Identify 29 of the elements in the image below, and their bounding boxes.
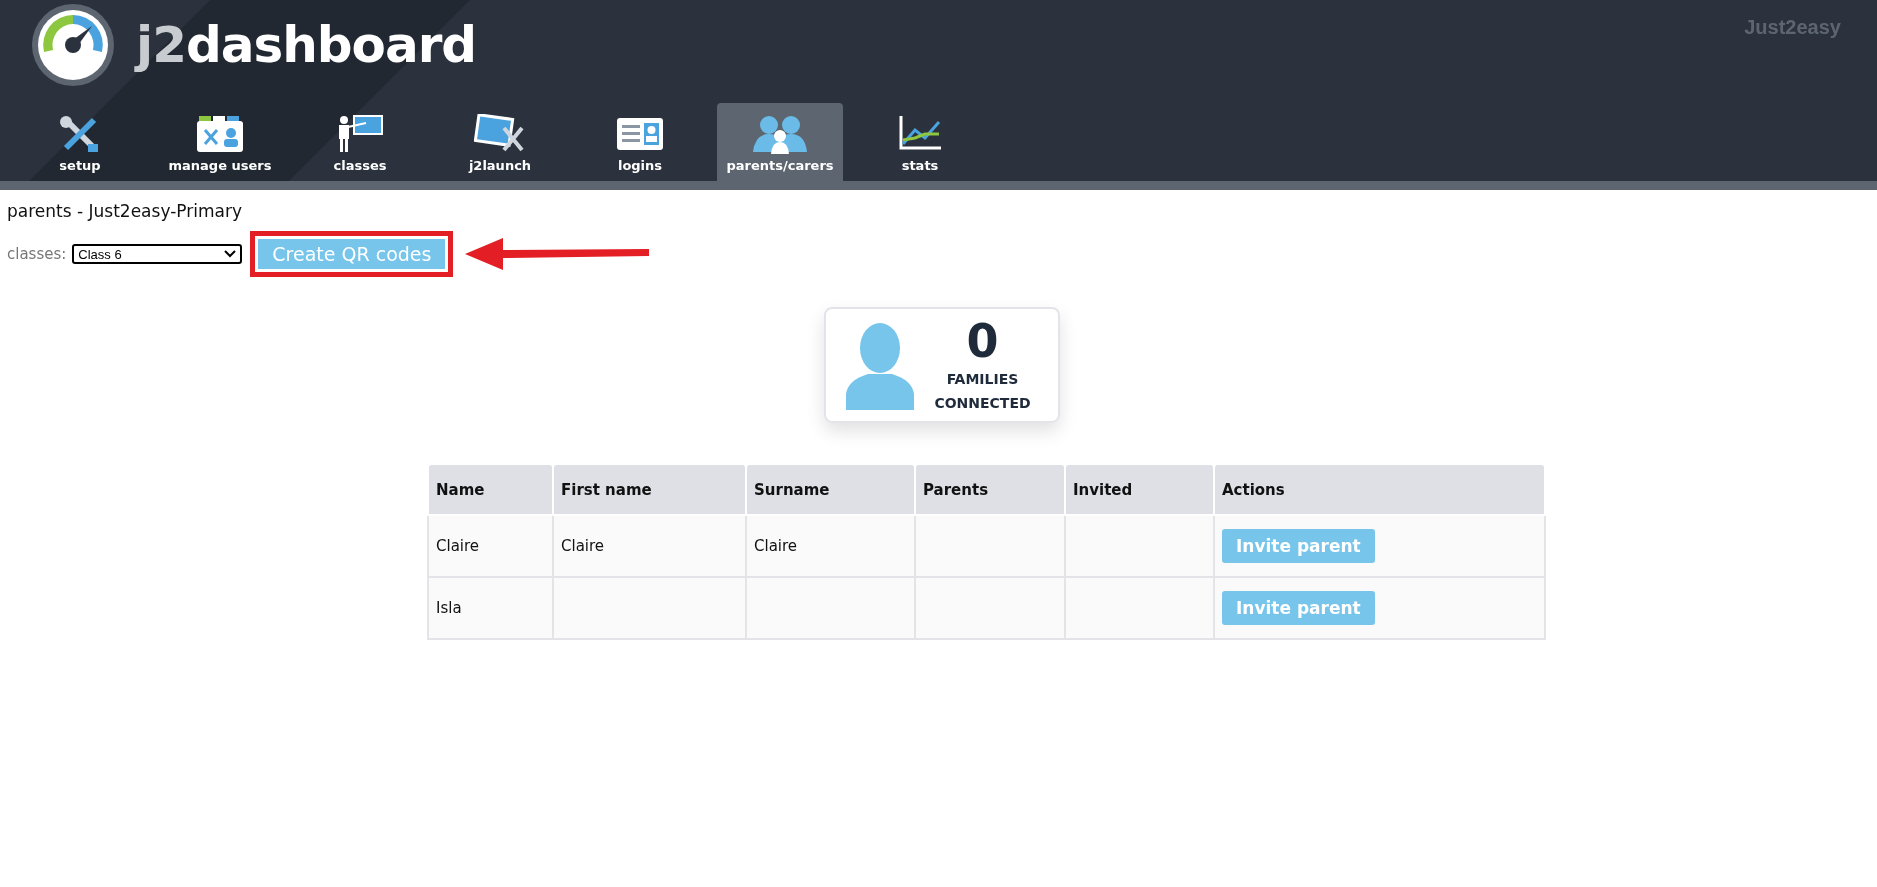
- page-title: parents - Just2easy-Primary: [7, 201, 243, 221]
- nav-tab[interactable]: manage users: [157, 103, 283, 181]
- column-header: Parents: [915, 464, 1065, 515]
- families-count: 0: [965, 315, 1000, 367]
- chevron-icon: [224, 250, 237, 258]
- screen-tools-icon: [474, 114, 526, 154]
- logo-text: j2dashboard: [136, 16, 477, 74]
- nav-tab[interactable]: logins: [577, 103, 703, 181]
- classes-label: classes:: [7, 245, 67, 263]
- nav-tab[interactable]: j2launch: [437, 103, 563, 181]
- nav-tab[interactable]: classes: [297, 103, 423, 181]
- column-header: Actions: [1214, 464, 1545, 515]
- table-cell: Claire: [553, 515, 746, 577]
- column-header: Invited: [1065, 464, 1214, 515]
- class-dropdown[interactable]: Class 6: [72, 244, 243, 264]
- table-cell: Claire: [746, 515, 915, 577]
- column-header: Surname: [746, 464, 915, 515]
- person-icon: [845, 320, 914, 410]
- nav-tab[interactable]: setup: [17, 103, 143, 181]
- nav-tab[interactable]: stats: [857, 103, 983, 181]
- column-header: Name: [428, 464, 553, 515]
- teacher-board-icon: [336, 114, 384, 154]
- column-header: First name: [553, 464, 746, 515]
- families-connected-label: FAMILIES CONNECTED: [933, 370, 1032, 413]
- family-icon: [751, 114, 809, 154]
- table-cell: Isla: [428, 577, 553, 639]
- folder-icon: [195, 114, 245, 154]
- table-cell: Claire: [428, 515, 553, 577]
- nav-tab[interactable]: parents/carers: [717, 103, 843, 181]
